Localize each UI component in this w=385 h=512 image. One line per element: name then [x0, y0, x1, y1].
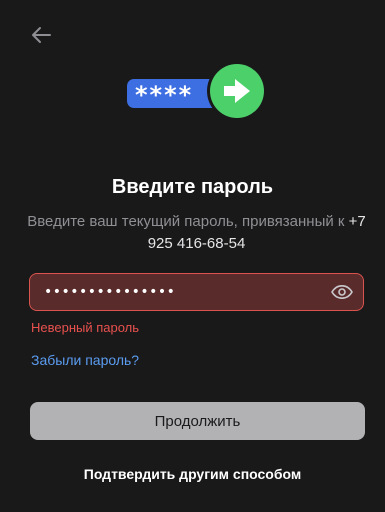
password-illustration: ****: [127, 60, 269, 122]
confirm-other-way-button[interactable]: Подтвердить другим способом: [0, 466, 385, 482]
arrow-left-icon: [32, 27, 51, 43]
password-mask-text: ****: [135, 81, 193, 109]
page-subtitle: Введите ваш текущий пароль, привязанный …: [22, 211, 371, 255]
continue-button[interactable]: Продолжить: [30, 402, 365, 440]
back-button[interactable]: [28, 22, 54, 48]
eye-icon: [331, 285, 353, 299]
password-input-value[interactable]: •••••••••••••••: [44, 284, 331, 300]
password-field[interactable]: •••••••••••••••: [29, 273, 364, 311]
forgot-password-link[interactable]: Забыли пароль?: [31, 352, 139, 368]
show-password-button[interactable]: [331, 281, 353, 303]
error-message: Неверный пароль: [31, 320, 140, 335]
subtitle-text: Введите ваш текущий пароль, привязанный …: [27, 213, 345, 230]
page-title: Введите пароль: [111, 176, 274, 198]
